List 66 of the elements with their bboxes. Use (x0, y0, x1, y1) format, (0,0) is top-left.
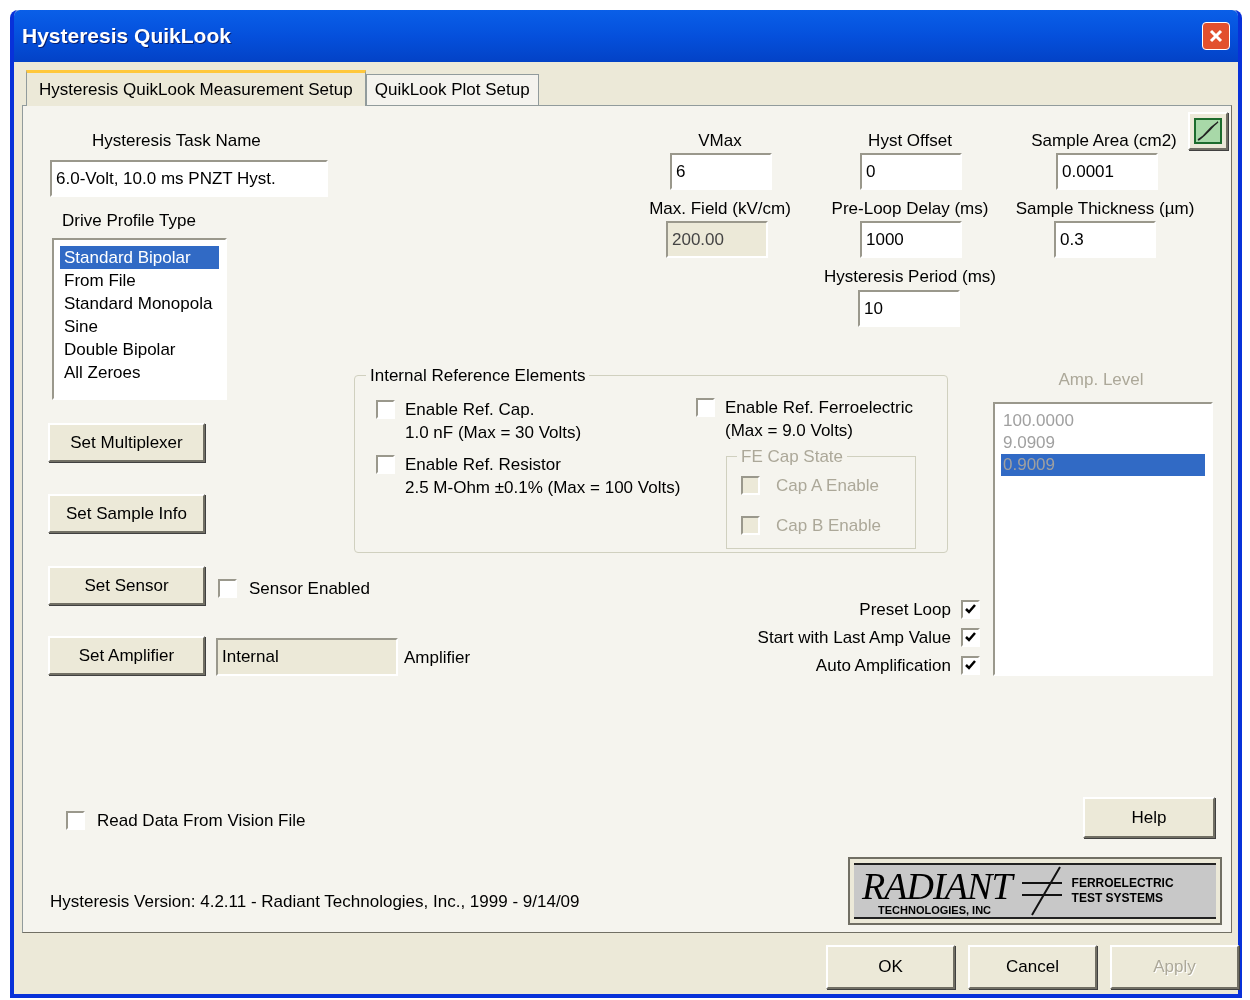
plot-button[interactable] (1188, 112, 1228, 150)
detail-text: (Max = 9.0 Volts) (725, 420, 855, 442)
text-field[interactable]: 0.0001 (1056, 153, 1158, 190)
field-label: Sample Area (cm2) (1031, 130, 1177, 152)
list-box[interactable]: Standard Bipolar From File Standard Monopola Sine Double Bipolar All Zeroes (52, 238, 227, 400)
checkbox-label: Read Data From Vision File (97, 810, 306, 832)
text-field[interactable]: 0 (860, 153, 962, 190)
chart-icon (1194, 118, 1222, 144)
checkbox-label: Preset Loop (859, 599, 951, 621)
tab[interactable]: QuikLook Plot Setup (365, 74, 539, 105)
list-label: Amp. Level (1058, 369, 1144, 391)
checkbox[interactable] (961, 628, 980, 648)
text-field[interactable]: 10 (858, 290, 960, 327)
checkbox-label: Sensor Enabled (249, 578, 370, 600)
field-label: Drive Profile Type (62, 210, 196, 232)
text-field[interactable]: 6.0-Volt, 10.0 ms PNZT Hyst. (50, 160, 328, 197)
checkbox-label: Cap A Enable (776, 475, 880, 497)
checkbox[interactable] (66, 811, 85, 831)
checkbox-label: Enable Ref. Resistor (405, 454, 562, 476)
detail-text: 1.0 nF (Max = 30 Volts) (405, 422, 582, 444)
checkbox-label: Enable Ref. Cap. (405, 399, 536, 421)
list-item[interactable]: All Zeroes (60, 361, 219, 384)
text-field[interactable]: Internal (216, 638, 398, 676)
checkbox[interactable] (376, 455, 395, 474)
text-field[interactable]: 1000 (860, 221, 962, 258)
field-label: Max. Field (kV/cm) (649, 198, 791, 220)
close-button[interactable] (1202, 22, 1230, 50)
text-field[interactable]: 0.3 (1054, 221, 1156, 258)
logo-tagline: FERROELECTRIC (1071, 876, 1174, 891)
list-item[interactable]: From File (60, 269, 219, 292)
push-button[interactable]: Help (1083, 797, 1215, 838)
checkbox[interactable] (218, 579, 237, 599)
push-button[interactable]: Set Sample Info (48, 494, 205, 533)
checkbox-label: Start with Last Amp Value (757, 627, 951, 649)
checkbox-label: Cap B Enable (776, 515, 881, 537)
tab[interactable]: Hysteresis QuikLook Measurement Setup (26, 70, 366, 106)
detail-text: 2.5 M-Ohm ±0.1% (Max = 100 Volts) (405, 477, 681, 499)
list-item[interactable]: Double Bipolar (60, 338, 219, 361)
checkbox[interactable] (376, 400, 395, 419)
ferroelectric-symbol-icon (1019, 865, 1064, 917)
close-icon (1208, 28, 1224, 44)
window-title: Hysteresis QuikLook (22, 23, 231, 50)
list-item[interactable]: Standard Bipolar (60, 246, 219, 269)
checkbox[interactable] (961, 656, 980, 676)
checkbox[interactable] (696, 398, 715, 417)
field-label: Sample Thickness (µm) (1015, 198, 1195, 220)
field-label: VMax (698, 130, 742, 152)
checkbox[interactable] (961, 600, 980, 620)
logo-tagline: TEST SYSTEMS (1071, 891, 1164, 906)
checkbox-label: Enable Ref. Ferroelectric (725, 397, 914, 419)
checkbox-label: Auto Amplification (815, 655, 951, 677)
push-button[interactable]: Set Sensor (48, 566, 205, 605)
push-button[interactable]: OK (826, 945, 955, 989)
field-label: Amplifier (404, 647, 471, 669)
list-item[interactable]: Sine (60, 315, 219, 338)
field-label: Hyst Offset (868, 130, 952, 152)
field-label: Hysteresis Task Name (92, 130, 261, 152)
field-label: Pre-Loop Delay (ms) (831, 198, 989, 220)
list-item[interactable]: Standard Monopola (60, 292, 219, 315)
push-button[interactable]: Set Multiplexer (48, 423, 205, 462)
text-field[interactable]: 6 (670, 153, 772, 190)
logo-subtitle: TECHNOLOGIES, INC (877, 904, 993, 916)
field-label: Hysteresis Period (ms) (824, 266, 996, 288)
version-text: Hysteresis Version: 4.2.11 - Radiant Technologies, Inc., 1999 - 9/14/09 (50, 891, 580, 913)
push-button[interactable]: Cancel (968, 945, 1097, 989)
push-button[interactable]: Set Amplifier (48, 636, 205, 675)
